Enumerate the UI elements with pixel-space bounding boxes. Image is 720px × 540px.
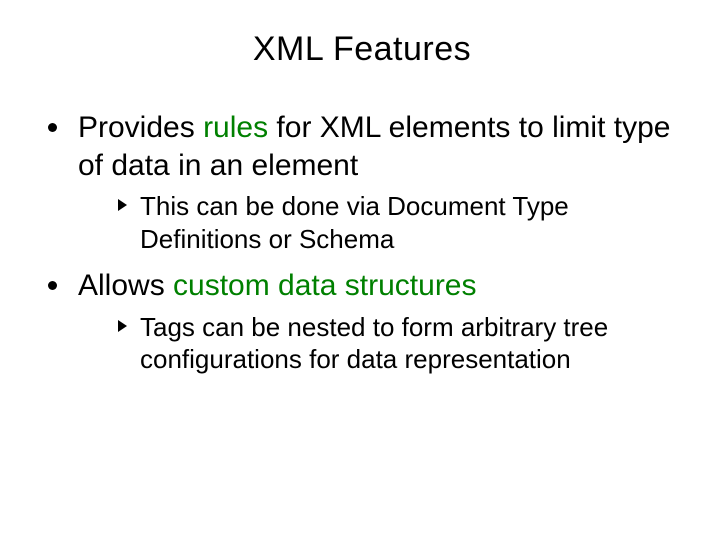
list-item: Allows custom data structures Tags can b…: [44, 267, 680, 376]
emphasis-text: custom data structures: [173, 269, 476, 302]
slide-title: XML Features: [44, 30, 680, 69]
bullet-text: Allows custom data structures: [78, 269, 477, 302]
sub-list: Tags can be nested to form arbitrary tre…: [78, 311, 680, 376]
sub-list-item: Tags can be nested to form arbitrary tre…: [118, 311, 680, 376]
text-run: Allows: [78, 269, 173, 302]
bullet-text: Provides rules for XML elements to limit…: [78, 111, 670, 182]
bullet-list: Provides rules for XML elements to limit…: [44, 109, 680, 376]
sub-list-item: This can be done via Document Type Defin…: [118, 190, 680, 255]
list-item: Provides rules for XML elements to limit…: [44, 109, 680, 255]
sub-list: This can be done via Document Type Defin…: [78, 190, 680, 255]
emphasis-text: rules: [203, 111, 268, 144]
text-run: Provides: [78, 111, 203, 144]
sub-bullet-text: This can be done via Document Type Defin…: [140, 191, 569, 254]
slide: XML Features Provides rules for XML elem…: [0, 0, 720, 540]
sub-bullet-text: Tags can be nested to form arbitrary tre…: [140, 312, 608, 375]
